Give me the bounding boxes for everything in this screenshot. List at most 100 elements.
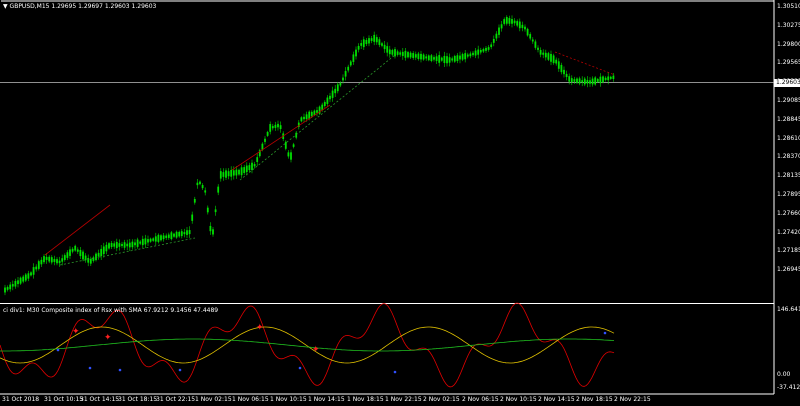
candle-body xyxy=(435,56,438,61)
candle-body xyxy=(74,245,77,251)
chart-canvas[interactable]: ✦ ✦ ✦ ✦ xyxy=(0,0,800,406)
candle-body xyxy=(339,82,342,86)
candle-body xyxy=(482,49,485,52)
candle-body xyxy=(539,49,542,55)
candle-body xyxy=(604,77,607,80)
candle-body xyxy=(240,167,243,176)
candle-body xyxy=(113,243,116,247)
candle-body xyxy=(469,53,472,57)
candle-body xyxy=(560,64,563,73)
candle-body xyxy=(222,172,225,177)
indicator-tick-label: -37.4121 xyxy=(777,384,800,391)
candle-body xyxy=(563,69,565,75)
price-tick-label: 1.28370 xyxy=(777,153,800,161)
candle-body xyxy=(45,256,48,260)
candle-body xyxy=(9,284,12,290)
candle-body xyxy=(261,143,264,150)
candle-body xyxy=(568,76,571,82)
candle-body xyxy=(531,39,534,42)
time-tick-label: 1 Nov 22:15 xyxy=(385,396,422,403)
time-tick-label: 1 Nov 14:15 xyxy=(308,396,345,403)
sma-slow-line xyxy=(0,338,615,352)
candle-body xyxy=(526,28,529,36)
price-tick-label: 1.27660 xyxy=(777,209,800,217)
candle-body xyxy=(277,123,279,128)
candle-body xyxy=(123,242,126,248)
candle-body xyxy=(63,255,66,260)
candle-body xyxy=(472,52,474,56)
candle-body xyxy=(407,52,409,58)
candle-body xyxy=(451,58,454,61)
candle-body xyxy=(607,76,610,81)
candle-body xyxy=(360,43,363,46)
candle-body xyxy=(147,239,149,243)
price-tick-label: 1.27895 xyxy=(777,191,800,198)
candle-body xyxy=(118,243,121,247)
candle-body xyxy=(22,276,25,282)
candle-body xyxy=(334,88,337,94)
sma-fast-line xyxy=(0,326,615,364)
candle-body xyxy=(206,207,209,213)
candle-body xyxy=(100,248,103,257)
candle-body xyxy=(271,126,274,129)
candle-body xyxy=(576,78,578,83)
candle-body xyxy=(456,55,459,62)
candle-body xyxy=(230,169,233,177)
candle-body xyxy=(269,124,272,132)
candle-body xyxy=(401,51,404,56)
time-tick-label: 2 Nov 18:15 xyxy=(576,396,613,403)
divergence-dot xyxy=(298,366,302,370)
divergence-dot xyxy=(603,331,607,335)
dropdown-triangle-icon[interactable]: ▼ xyxy=(3,3,8,10)
candle-body xyxy=(303,116,305,120)
candle-body xyxy=(586,80,589,84)
candle-body xyxy=(56,259,58,264)
candle-body xyxy=(97,252,100,257)
candle-body xyxy=(212,229,214,235)
candle-body xyxy=(542,52,545,55)
candle-body xyxy=(43,256,45,263)
candle-body xyxy=(173,233,175,237)
candle-body xyxy=(79,249,82,257)
candle-body xyxy=(217,186,220,193)
candle-body xyxy=(243,167,246,173)
candle-body xyxy=(50,257,53,263)
candle-body xyxy=(570,78,573,83)
price-tick-label: 1.30275 xyxy=(777,21,800,29)
candle-body xyxy=(61,258,64,262)
candle-body xyxy=(433,57,435,60)
candle-body xyxy=(609,76,612,79)
candle-body xyxy=(370,38,373,41)
candle-body xyxy=(347,66,350,71)
candle-body xyxy=(295,132,298,138)
candle-body xyxy=(214,209,217,213)
candle-body xyxy=(443,55,446,63)
candle-body xyxy=(175,231,178,238)
candle-body xyxy=(131,241,134,248)
candle-body xyxy=(589,80,591,84)
candle-body xyxy=(167,234,170,238)
candle-body xyxy=(66,252,69,258)
candle-body xyxy=(24,274,27,281)
candle-body xyxy=(427,55,430,61)
candle-body xyxy=(305,114,308,120)
price-tick-label: 1.26945 xyxy=(777,266,800,274)
candle-body xyxy=(154,236,157,242)
candle-body xyxy=(209,225,212,232)
candle-body xyxy=(399,52,402,55)
candle-body xyxy=(446,56,448,64)
candle-body xyxy=(199,181,201,185)
candle-body xyxy=(342,77,344,81)
candle-body xyxy=(596,79,599,82)
chart-window[interactable]: ✦ ✦ ✦ ✦ ▼ GBPUSD,M15 1.29695 1.29697 1.2960… xyxy=(0,0,800,406)
candle-body xyxy=(180,231,183,237)
candle-body xyxy=(516,21,519,26)
candle-body xyxy=(612,75,615,80)
candle-body xyxy=(373,34,376,42)
candle-body xyxy=(537,47,539,50)
candle-body xyxy=(329,95,331,100)
candle-body xyxy=(477,49,480,55)
candle-body xyxy=(245,165,248,173)
divergence-dot xyxy=(178,368,182,372)
candle-body xyxy=(290,152,292,160)
